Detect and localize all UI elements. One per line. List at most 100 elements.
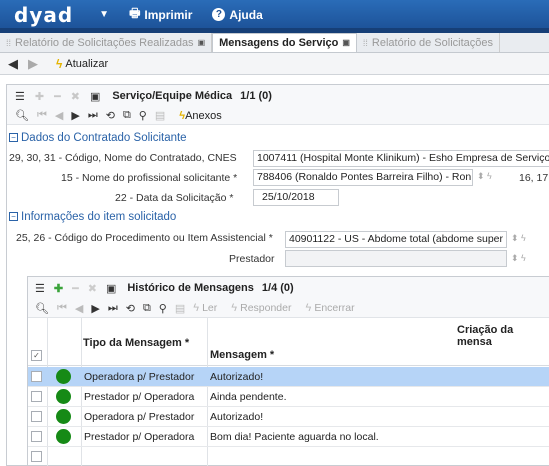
read-button[interactable]: ϟ Ler bbox=[193, 302, 217, 314]
contractor-section-header[interactable]: − Dados do Contratado Solicitante bbox=[7, 130, 549, 145]
list-view-icon[interactable]: ☰ bbox=[15, 90, 25, 103]
row-checkbox[interactable] bbox=[31, 431, 42, 442]
first-record-icon[interactable]: ⏮ bbox=[37, 109, 47, 122]
print-button[interactable]: 🖶 Imprimir bbox=[129, 4, 192, 25]
lightning-icon: ϟ bbox=[231, 302, 238, 314]
link-icon[interactable]: ⚲ bbox=[139, 109, 147, 122]
add-icon[interactable]: ✚ bbox=[54, 282, 63, 295]
history-icon[interactable]: ⟲ bbox=[106, 109, 115, 122]
first-record-icon[interactable]: ⏮ bbox=[57, 302, 67, 315]
app-menu-chevron-down-icon[interactable]: ▼ bbox=[99, 9, 109, 20]
link-icon[interactable]: ⚲ bbox=[159, 302, 167, 315]
column-header-created[interactable]: Criação da mensa bbox=[457, 324, 549, 348]
table-row[interactable]: Operadora p/ Prestador Autorizado! bbox=[28, 367, 549, 387]
column-header-message[interactable]: Mensagem * bbox=[210, 349, 274, 361]
professional-field[interactable]: 788406 (Ronaldo Pontes Barreira Filho) -… bbox=[253, 169, 473, 186]
row-checkbox[interactable] bbox=[31, 411, 42, 422]
tab-label: Mensagens do Serviço bbox=[219, 37, 339, 49]
previous-record-icon[interactable]: ◀ bbox=[75, 302, 83, 315]
lightning-icon: ϟ bbox=[56, 56, 63, 71]
message-type-cell: Operadora p/ Prestador bbox=[84, 411, 195, 423]
lightning-icon: ϟ bbox=[193, 302, 200, 314]
message-text-cell: Bom dia! Paciente aguarda no local. bbox=[210, 431, 379, 443]
column-header-type[interactable]: Tipo da Mensagem * bbox=[83, 337, 189, 349]
copy-icon[interactable]: ⧉ bbox=[143, 302, 151, 315]
navigation-toolbar: ◀ ▶ ϟ Atualizar bbox=[0, 53, 549, 75]
panel-title: Serviço/Equipe Médica bbox=[112, 90, 233, 102]
procedure-field-label: 25, 26 - Código do Procedimento ou Item … bbox=[16, 232, 273, 244]
item-section-title: Informações do item solicitado bbox=[21, 210, 177, 223]
forward-arrow-icon[interactable]: ▶ bbox=[28, 56, 38, 72]
provider-stepper-icon[interactable]: ⬍ ϟ bbox=[511, 253, 526, 264]
app-logo: dyad bbox=[14, 2, 74, 27]
search-icon[interactable]: 🔍︎ bbox=[15, 109, 29, 122]
reply-button[interactable]: ϟ Responder bbox=[231, 302, 291, 314]
tab-relatorio-solicitacoes[interactable]: ⁞⁞ Relatório de Solicitações bbox=[357, 33, 500, 52]
form-view-icon[interactable]: ▣ bbox=[90, 90, 100, 103]
status-dot-icon bbox=[56, 369, 71, 384]
message-type-cell: Prestador p/ Operadora bbox=[84, 431, 195, 443]
tab-grip-icon: ⁞⁞ bbox=[362, 37, 368, 48]
attachments-button[interactable]: ϟ Anexos bbox=[179, 110, 222, 122]
notes-icon[interactable]: ▤ bbox=[155, 109, 165, 122]
delete-icon[interactable]: ✖ bbox=[88, 282, 97, 295]
tab-close-icon[interactable]: ▣ bbox=[198, 34, 206, 52]
row-checkbox[interactable] bbox=[31, 391, 42, 402]
contractor-field-label: 29, 30, 31 - Código, Nome do Contratado,… bbox=[9, 152, 237, 164]
row-checkbox[interactable] bbox=[31, 371, 42, 382]
provider-field-label: Prestador bbox=[229, 253, 275, 265]
history-icon[interactable]: ⟲ bbox=[126, 302, 135, 315]
close-label: Encerrar bbox=[314, 302, 355, 314]
professional-stepper-icon[interactable]: ⬍ ϟ bbox=[477, 171, 492, 182]
item-section-header[interactable]: − Informações do item solicitado bbox=[7, 209, 549, 224]
refresh-label: Atualizar bbox=[65, 57, 109, 70]
remove-icon[interactable]: ━ bbox=[72, 282, 79, 295]
tab-label: Relatório de Solicitações bbox=[371, 36, 493, 49]
contractor-field[interactable]: 1007411 (Hospital Monte Klinikum) - Esho… bbox=[253, 150, 549, 167]
search-icon[interactable]: 🔍︎ bbox=[35, 302, 49, 315]
help-icon: ? bbox=[212, 8, 226, 21]
table-row[interactable]: Prestador p/ Operadora Bom dia! Paciente … bbox=[28, 427, 549, 447]
close-message-button[interactable]: ϟ Encerrar bbox=[305, 302, 354, 314]
collapse-icon[interactable]: − bbox=[9, 133, 18, 142]
tab-relatorio-solicitacoes-realizadas[interactable]: ⁞⁞ Relatório de Solicitações Realizadas … bbox=[0, 33, 213, 52]
remove-icon[interactable]: ━ bbox=[54, 90, 61, 103]
panel-title-toolbar: ☰ ✚ ━ ✖ ▣ Serviço/Equipe Médica 1/1 (0) bbox=[7, 85, 549, 107]
row-checkbox[interactable] bbox=[31, 451, 42, 462]
lightning-icon: ϟ bbox=[305, 302, 312, 314]
add-icon[interactable]: ✚ bbox=[35, 90, 44, 103]
delete-icon[interactable]: ✖ bbox=[71, 90, 80, 103]
collapse-icon[interactable]: − bbox=[9, 212, 18, 221]
contractor-section-title: Dados do Contratado Solicitante bbox=[21, 131, 187, 144]
table-row[interactable]: Prestador p/ Operadora Ainda pendente. bbox=[28, 387, 549, 407]
table-row-empty[interactable] bbox=[28, 447, 549, 466]
last-record-icon[interactable]: ⏭ bbox=[108, 302, 118, 315]
date-field-label: 22 - Data da Solicitação * bbox=[115, 192, 234, 204]
last-record-icon[interactable]: ⏭ bbox=[88, 109, 98, 122]
next-record-icon[interactable]: ▶ bbox=[71, 109, 79, 122]
notes-icon[interactable]: ▤ bbox=[175, 302, 185, 315]
form-view-icon[interactable]: ▣ bbox=[106, 282, 116, 295]
table-row[interactable]: Operadora p/ Prestador Autorizado! bbox=[28, 407, 549, 427]
list-view-icon[interactable]: ☰ bbox=[35, 282, 45, 295]
date-field[interactable]: 25/10/2018 bbox=[253, 189, 339, 206]
provider-field[interactable] bbox=[285, 250, 507, 267]
history-title-toolbar: ☰ ✚ ━ ✖ ▣ Histórico de Mensagens 1/4 (0) bbox=[28, 277, 549, 299]
panel-nav-toolbar: 🔍︎ ⏮ ◀ ▶ ⏭ ⟲ ⧉ ⚲ ▤ ϟ Anexos bbox=[7, 107, 549, 125]
tab-grip-icon: ⁞⁞ bbox=[6, 37, 12, 48]
copy-icon[interactable]: ⧉ bbox=[123, 109, 131, 122]
back-arrow-icon[interactable]: ◀ bbox=[8, 56, 18, 72]
status-dot-icon bbox=[56, 409, 71, 424]
status-dot-icon bbox=[56, 389, 71, 404]
tab-close-icon[interactable]: ▣ bbox=[342, 34, 350, 52]
procedure-stepper-icon[interactable]: ⬍ ϟ bbox=[511, 233, 526, 244]
app-header: dyad ▼ 🖶 Imprimir ? Ajuda bbox=[0, 0, 549, 33]
procedure-field[interactable]: 40901122 - US - Abdome total (abdome sup… bbox=[285, 231, 507, 248]
refresh-button[interactable]: ϟ Atualizar bbox=[56, 57, 108, 71]
help-button[interactable]: ? Ajuda bbox=[212, 8, 263, 22]
select-all-checkbox[interactable]: ✓ bbox=[31, 350, 42, 361]
next-record-icon[interactable]: ▶ bbox=[91, 302, 99, 315]
previous-record-icon[interactable]: ◀ bbox=[55, 109, 63, 122]
reply-label: Responder bbox=[240, 302, 292, 314]
tab-mensagens-servico[interactable]: Mensagens do Serviço ▣ bbox=[212, 33, 357, 52]
